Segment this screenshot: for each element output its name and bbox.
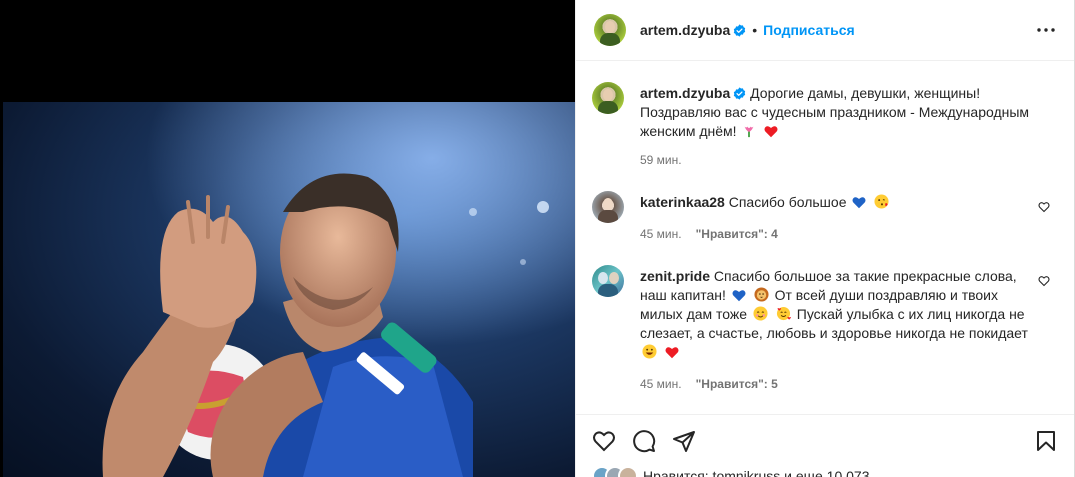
post-side-panel: artem.dzyuba • Подписаться artem.dzyuba … xyxy=(575,0,1075,477)
comment-time[interactable]: 45 мин. xyxy=(640,227,682,241)
heart-icon[interactable] xyxy=(1038,275,1050,287)
comment-likes[interactable]: "Нравится": 4 xyxy=(696,227,778,241)
lion-emoji-icon xyxy=(754,287,769,302)
caption-row: artem.dzyuba Дорогие дамы, девушки, женщ… xyxy=(592,82,1058,167)
follow-button[interactable]: Подписаться xyxy=(763,22,855,38)
player-photo-illustration xyxy=(3,102,575,477)
blue-heart-emoji-icon xyxy=(732,290,746,302)
more-options-icon[interactable] xyxy=(1034,18,1058,42)
smiling-face-with-hearts-emoji-icon xyxy=(776,306,791,321)
comment-meta: 45 мин. "Нравится": 5 xyxy=(640,377,1035,391)
comment-body: Пускай улыбка с их лиц никогда не xyxy=(796,306,1025,322)
face-blowing-kiss-emoji-icon xyxy=(874,194,889,209)
smiling-face-emoji-icon xyxy=(753,306,768,321)
caption-line: женским днём! xyxy=(640,123,737,139)
post-media[interactable] xyxy=(0,0,575,477)
commenter-avatar[interactable] xyxy=(592,191,624,223)
comment-body: От всей души поздравляю и твоих xyxy=(774,287,998,303)
comment-time[interactable]: 45 мин. xyxy=(640,377,682,391)
comment-text: katerinkaa28 Спасибо большое xyxy=(640,193,1035,212)
comments-list[interactable]: artem.dzyuba Дорогие дамы, девушки, женщ… xyxy=(576,62,1074,414)
separator-dot: • xyxy=(752,22,758,38)
caption-line: Дорогие дамы, девушки, женщины! xyxy=(750,85,981,101)
grinning-face-emoji-icon xyxy=(642,344,657,359)
comment-row: katerinkaa28 Спасибо большое 45 мин. "Нр… xyxy=(592,191,1058,241)
caption-avatar[interactable] xyxy=(592,82,624,114)
comment-text: zenit.pride Спасибо большое за такие пре… xyxy=(640,267,1035,362)
commenter-username[interactable]: zenit.pride xyxy=(640,268,710,284)
red-heart-emoji-icon xyxy=(665,347,679,359)
likes-summary[interactable]: Нравится: tomnikruss и еще 10 073 xyxy=(592,466,869,477)
commenter-avatar[interactable] xyxy=(592,265,624,297)
comment-icon[interactable] xyxy=(632,429,656,453)
header-user: artem.dzyuba • Подписаться xyxy=(640,22,855,38)
likes-text[interactable]: Нравится: tomnikruss и еще 10 073 xyxy=(643,468,869,477)
comment-body: Спасибо большое за такие прекрасные слов… xyxy=(713,268,1017,284)
post-header: artem.dzyuba • Подписаться xyxy=(576,0,1074,61)
caption-text: artem.dzyuba Дорогие дамы, девушки, женщ… xyxy=(640,84,1035,141)
red-heart-emoji-icon xyxy=(764,126,778,138)
comment-row: zenit.pride Спасибо большое за такие пре… xyxy=(592,265,1058,391)
heart-icon[interactable] xyxy=(1038,201,1050,213)
comment-likes[interactable]: "Нравится": 5 xyxy=(696,377,778,391)
heart-icon[interactable] xyxy=(592,429,616,453)
liker-avatar xyxy=(618,466,638,477)
comment-body: Спасибо большое xyxy=(728,194,847,210)
caption-username[interactable]: artem.dzyuba xyxy=(640,85,730,101)
post-actions-bar xyxy=(576,414,1074,466)
caption-line: Поздравляю вас с чудесным праздником - М… xyxy=(640,104,1030,120)
caption-time[interactable]: 59 мин. xyxy=(640,153,682,167)
bookmark-icon[interactable] xyxy=(1034,429,1058,453)
author-username[interactable]: artem.dzyuba xyxy=(640,22,730,38)
commenter-username[interactable]: katerinkaa28 xyxy=(640,194,725,210)
post-photo xyxy=(3,102,575,477)
verified-badge-icon xyxy=(734,87,746,100)
tulip-emoji-icon xyxy=(745,126,754,138)
comment-body: милых дам тоже xyxy=(640,306,748,322)
caption-meta: 59 мин. xyxy=(640,153,1035,167)
comment-meta: 45 мин. "Нравится": 4 xyxy=(640,227,1035,241)
comment-body: наш капитан! xyxy=(640,287,726,303)
share-icon[interactable] xyxy=(672,429,696,453)
author-avatar[interactable] xyxy=(594,14,626,46)
verified-badge-icon xyxy=(734,23,746,37)
blue-heart-emoji-icon xyxy=(852,197,866,209)
comment-body: слезает, а счастье, любовь и здоровье ни… xyxy=(640,325,1028,341)
